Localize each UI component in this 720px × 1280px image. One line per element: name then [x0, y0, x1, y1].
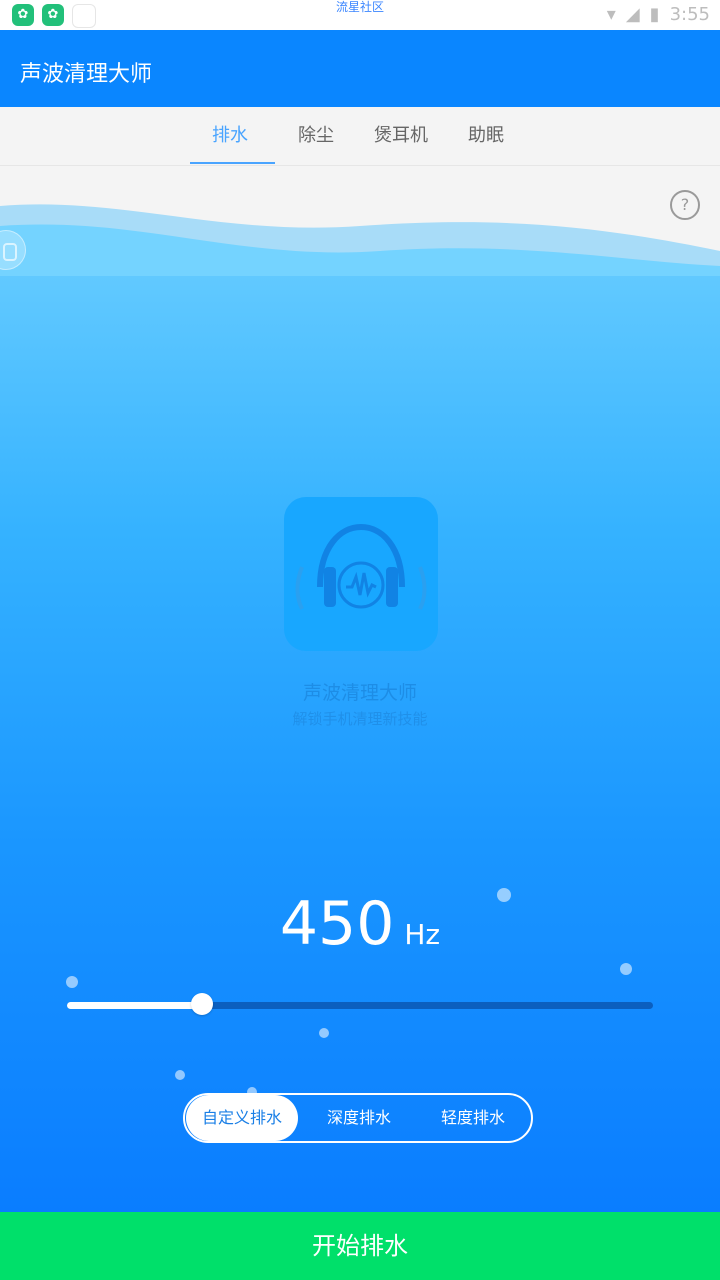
headphones-icon: [295, 523, 427, 610]
mode-custom[interactable]: 自定义排水: [186, 1095, 298, 1141]
status-bar: ✿ ✿ 流星社区 ▾ ◢ ▮ 3:55: [0, 0, 720, 30]
signal-icon: ◢: [625, 4, 640, 25]
frequency-unit: Hz: [404, 918, 441, 951]
app-title: 声波清理大师: [20, 62, 153, 87]
bubble-decoration: [66, 976, 78, 988]
tab-earphones[interactable]: 煲耳机: [374, 107, 428, 165]
frequency-display: 450 Hz: [0, 892, 720, 956]
logo-subtitle: 解锁手机清理新技能: [292, 710, 428, 728]
start-drain-button[interactable]: 开始排水: [0, 1212, 720, 1280]
status-right: ▾ ◢ ▮ 3:55: [607, 4, 710, 25]
mode-deep[interactable]: 深度排水: [303, 1095, 415, 1141]
status-time: 3:55: [669, 4, 710, 25]
bubble-decoration: [319, 1028, 329, 1038]
mode-light[interactable]: 轻度排水: [417, 1095, 529, 1141]
help-icon[interactable]: ?: [670, 190, 700, 220]
frequency-slider[interactable]: [67, 993, 653, 1015]
tab-sleep[interactable]: 助眠: [468, 107, 504, 165]
logo-title: 声波清理大师: [302, 682, 417, 704]
bubble-decoration: [175, 1070, 185, 1080]
battery-icon: ▮: [649, 4, 660, 25]
wifi-icon: ▾: [606, 4, 616, 25]
tab-drain[interactable]: 排水: [212, 107, 248, 165]
wave-decoration: [0, 166, 720, 276]
tab-active-indicator: [190, 162, 275, 164]
app-bar: 声波清理大师: [0, 30, 720, 107]
bubble-decoration: [620, 963, 632, 975]
tab-bar: 排水 除尘 煲耳机 助眠: [0, 107, 720, 166]
slider-thumb[interactable]: [191, 993, 213, 1015]
bubble-decoration: [497, 888, 511, 902]
tab-dust[interactable]: 除尘: [298, 107, 334, 165]
drain-mode-selector: 自定义排水 深度排水 轻度排水: [183, 1093, 533, 1143]
frequency-value: 450: [279, 889, 395, 959]
slider-fill: [67, 1002, 202, 1009]
app-logo: [284, 497, 438, 651]
